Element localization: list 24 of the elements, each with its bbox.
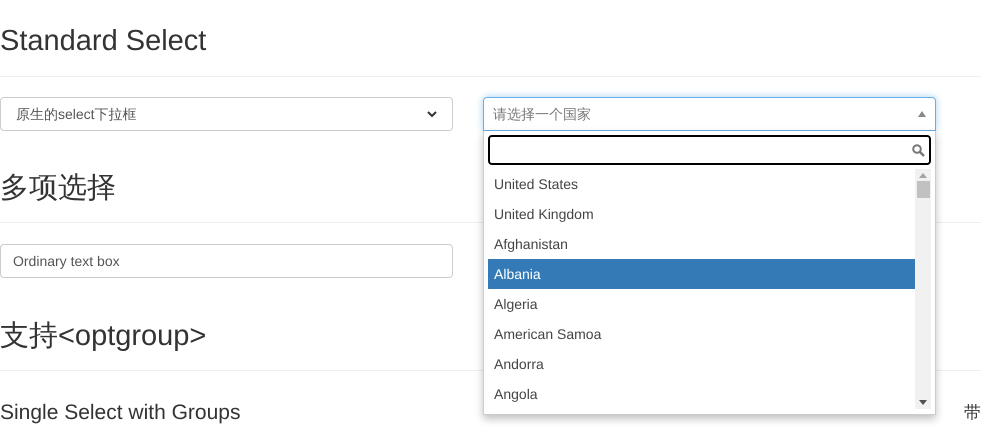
chevron-icon [427, 110, 437, 118]
scrollbar[interactable] [915, 169, 931, 409]
select-dropdown[interactable]: 原生的select下拉框 [0, 97, 453, 131]
country-option[interactable]: Algeria [488, 289, 915, 319]
country-option[interactable]: Andorra [488, 349, 915, 379]
country-select[interactable]: 请选择一个国家 [483, 97, 936, 131]
scrollbar-thumb[interactable] [916, 181, 930, 198]
text-input-field[interactable]: Ordinary text box [0, 244, 453, 278]
search-field[interactable] [488, 135, 931, 165]
section-heading: Standard Select [0, 24, 206, 58]
country-option[interactable]: Angola [488, 379, 915, 409]
scroll-down-icon[interactable] [919, 400, 927, 405]
subsection-heading: 带 [964, 402, 981, 424]
country-option[interactable]: Afghanistan [488, 229, 915, 259]
section-heading: 多项选择 [0, 171, 116, 205]
scroll-up-icon[interactable] [919, 173, 927, 178]
search-icon [912, 144, 925, 156]
country-option[interactable]: United States [488, 169, 915, 199]
country-option[interactable]: Albania [488, 259, 915, 289]
subsection-heading: Single Select with Groups [0, 401, 240, 425]
caret-up-icon [918, 111, 926, 117]
country-option[interactable]: American Samoa [488, 319, 915, 349]
section-heading: 支持<optgroup> [0, 319, 206, 353]
country-option[interactable]: United Kingdom [488, 199, 915, 229]
